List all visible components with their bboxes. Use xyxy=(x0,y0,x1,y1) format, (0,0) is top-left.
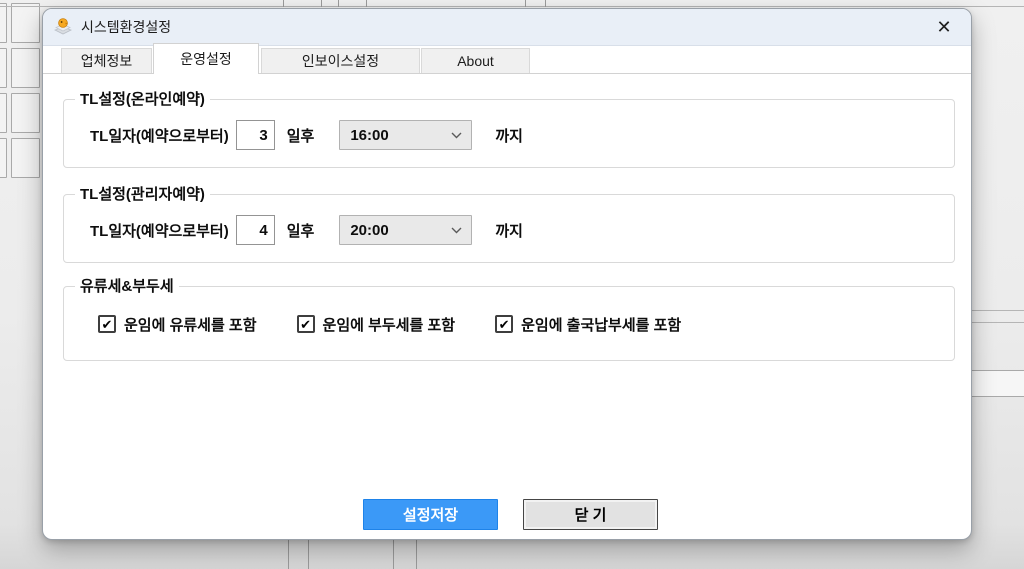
background-line xyxy=(525,0,526,7)
background-grid-cell xyxy=(0,138,7,178)
background-grid-cell xyxy=(0,48,7,88)
tab-operation-settings[interactable]: 운영설정 xyxy=(153,43,259,74)
group-tl-admin-reservation: TL설정(관리자예약) TL일자(예약으로부터) 일후 20:00 까지 xyxy=(63,185,955,263)
until-label: 까지 xyxy=(495,127,523,145)
background-line xyxy=(545,0,546,7)
background-line xyxy=(393,538,394,569)
tab-strip: 업체정보 운영설정 인보이스설정 About xyxy=(43,43,971,74)
until-label: 까지 xyxy=(495,222,523,240)
background-line xyxy=(338,0,339,7)
checkbox-checked-icon[interactable]: ✔ xyxy=(495,315,514,333)
days-after-label: 일후 xyxy=(286,222,315,240)
save-settings-button[interactable]: 설정저장 xyxy=(363,499,498,530)
tab-company-info[interactable]: 업체정보 xyxy=(61,48,152,73)
background-grid-cell xyxy=(0,93,7,133)
background-grid-cell xyxy=(11,48,40,88)
group-title: 유류세&부두세 xyxy=(75,277,179,296)
tl-date-label: TL일자(예약으로부터) xyxy=(90,127,229,145)
background-line xyxy=(321,0,322,7)
tab-about[interactable]: About xyxy=(421,48,530,73)
background-line xyxy=(288,538,289,569)
checkbox-label: 운임에 유류세를 포함 xyxy=(124,316,257,334)
chevron-down-icon xyxy=(451,227,462,234)
background-row xyxy=(970,370,1024,397)
checkbox-include-fuel-tax[interactable]: ✔ 운임에 유류세를 포함 xyxy=(98,314,257,335)
background-grid-cell xyxy=(11,138,40,178)
tl-time-select-online[interactable]: 16:00 xyxy=(339,120,473,150)
background-line xyxy=(970,322,1024,323)
group-fuel-port-tax: 유류세&부두세 ✔ 운임에 유류세를 포함 ✔ 운임에 부두세를 포함 ✔ 운임… xyxy=(63,277,955,361)
tl-days-input-online[interactable] xyxy=(235,120,275,150)
background-line xyxy=(0,6,1024,7)
background-line xyxy=(970,310,1024,311)
background-line xyxy=(416,538,417,569)
days-after-label: 일후 xyxy=(286,127,315,145)
dialog-titlebar: 시스템환경설정 ✕ xyxy=(43,9,971,46)
settings-dialog: 시스템환경설정 ✕ 업체정보 운영설정 인보이스설정 About TL설정(온라… xyxy=(42,8,972,540)
background-grid-cell xyxy=(0,3,7,43)
group-title: TL설정(온라인예약) xyxy=(75,90,210,109)
close-dialog-button[interactable]: 닫 기 xyxy=(523,499,658,530)
group-title: TL설정(관리자예약) xyxy=(75,185,210,204)
dialog-title: 시스템환경설정 xyxy=(81,19,172,35)
group-tl-online-reservation: TL설정(온라인예약) TL일자(예약으로부터) 일후 16:00 까지 xyxy=(63,90,955,168)
tl-time-value: 16:00 xyxy=(350,126,389,144)
tax-checkbox-row: ✔ 운임에 유류세를 포함 ✔ 운임에 부두세를 포함 ✔ 운임에 출국납부세를… xyxy=(64,313,954,335)
tab-invoice-settings[interactable]: 인보이스설정 xyxy=(261,48,420,73)
checkbox-checked-icon[interactable]: ✔ xyxy=(296,315,315,333)
tl-admin-row: TL일자(예약으로부터) 일후 20:00 까지 xyxy=(64,215,954,245)
checkbox-include-port-tax[interactable]: ✔ 운임에 부두세를 포함 xyxy=(296,314,456,335)
checkbox-label: 운임에 부두세를 포함 xyxy=(322,316,456,334)
background-line xyxy=(366,0,367,7)
tl-time-value: 20:00 xyxy=(350,221,389,239)
chevron-down-icon xyxy=(451,132,462,139)
tl-time-select-admin[interactable]: 20:00 xyxy=(339,215,473,245)
checkbox-include-departure-tax[interactable]: ✔ 운임에 출국납부세를 포함 xyxy=(495,314,681,335)
app-logo-icon xyxy=(54,18,72,35)
background-grid-cell xyxy=(11,3,40,43)
background-grid-cell xyxy=(11,93,40,133)
tl-online-row: TL일자(예약으로부터) 일후 16:00 까지 xyxy=(64,120,954,150)
background-line xyxy=(283,0,284,7)
tl-date-label: TL일자(예약으로부터) xyxy=(90,222,229,240)
tl-days-input-admin[interactable] xyxy=(235,215,275,245)
checkbox-checked-icon[interactable]: ✔ xyxy=(98,315,116,333)
background-line xyxy=(308,538,309,569)
checkbox-label: 운임에 출국납부세를 포함 xyxy=(521,316,682,334)
close-icon[interactable]: ✕ xyxy=(929,13,959,41)
